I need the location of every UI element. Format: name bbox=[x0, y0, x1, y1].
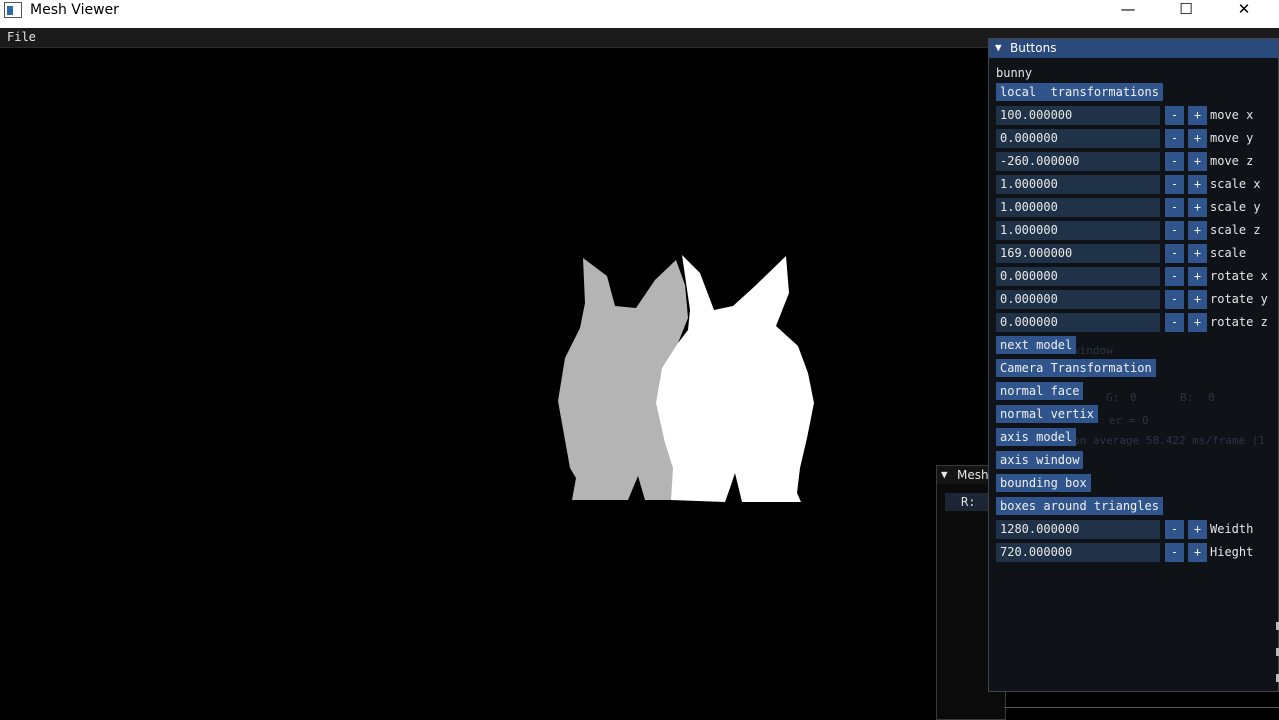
menu-file[interactable]: File bbox=[7, 30, 36, 44]
move-z-label: move z bbox=[1210, 154, 1254, 168]
rotate-x-increment-button[interactable]: + bbox=[1188, 267, 1207, 286]
rotate-x-decrement-button[interactable]: - bbox=[1165, 267, 1184, 286]
move-z-decrement-button[interactable]: - bbox=[1165, 152, 1184, 171]
scale-x-decrement-button[interactable]: - bbox=[1165, 175, 1184, 194]
rotate-x-input[interactable]: 0.000000 bbox=[996, 267, 1160, 286]
axis-window-button[interactable]: axis window bbox=[996, 451, 1084, 469]
scale-decrement-button[interactable]: - bbox=[1165, 244, 1184, 263]
scale-x-increment-button[interactable]: + bbox=[1188, 175, 1207, 194]
rotate-z-increment-button[interactable]: + bbox=[1188, 313, 1207, 332]
title-bar: Mesh Viewer — ☐ ✕ bbox=[0, 0, 1279, 28]
width-label: Weidth bbox=[1210, 522, 1254, 536]
next-model-button[interactable]: next model bbox=[996, 336, 1077, 354]
scale-y-label: scale y bbox=[1210, 200, 1261, 214]
scale-z-input[interactable]: 1.000000 bbox=[996, 221, 1160, 240]
height-input[interactable]: 720.000000 bbox=[996, 543, 1160, 562]
collapse-arrow-icon[interactable]: ▼ bbox=[995, 41, 1002, 54]
move-z-input[interactable]: -260.000000 bbox=[996, 152, 1160, 171]
rotate-y-increment-button[interactable]: + bbox=[1188, 290, 1207, 309]
ghost-text: B: bbox=[1180, 391, 1194, 404]
scale-x-input[interactable]: 1.000000 bbox=[996, 175, 1160, 194]
panel-title: Buttons bbox=[1010, 41, 1057, 55]
collapse-arrow-icon[interactable]: ▼ bbox=[941, 468, 948, 481]
local-transformations-button[interactable]: local transformations bbox=[996, 83, 1163, 101]
minimize-button[interactable]: — bbox=[1105, 0, 1151, 20]
width-decrement-button[interactable]: - bbox=[1165, 520, 1184, 539]
model-name: bunny bbox=[996, 66, 1033, 80]
window-edge-divider bbox=[1004, 707, 1279, 708]
ghost-text: er = 0 bbox=[1109, 414, 1149, 427]
height-increment-button[interactable]: + bbox=[1188, 543, 1207, 562]
move-y-decrement-button[interactable]: - bbox=[1165, 129, 1184, 148]
ghost-text: G: bbox=[1106, 391, 1120, 404]
normal-vertex-button[interactable]: normal vertix bbox=[996, 405, 1098, 423]
width-increment-button[interactable]: + bbox=[1188, 520, 1207, 539]
window-title: Mesh Viewer bbox=[30, 2, 119, 18]
axis-model-button[interactable]: axis model bbox=[996, 428, 1077, 446]
bounding-box-button[interactable]: bounding box bbox=[996, 474, 1091, 492]
rotate-z-input[interactable]: 0.000000 bbox=[996, 313, 1160, 332]
move-x-label: move x bbox=[1210, 108, 1254, 122]
move-x-increment-button[interactable]: + bbox=[1188, 106, 1207, 125]
close-button[interactable]: ✕ bbox=[1221, 0, 1267, 20]
scale-z-decrement-button[interactable]: - bbox=[1165, 221, 1184, 240]
rotate-y-input[interactable]: 0.000000 bbox=[996, 290, 1160, 309]
scale-y-increment-button[interactable]: + bbox=[1188, 198, 1207, 217]
buttons-panel[interactable]: ▼ Buttons window er = 0 on average 58.42… bbox=[988, 38, 1279, 692]
scale-increment-button[interactable]: + bbox=[1188, 244, 1207, 263]
scale-y-decrement-button[interactable]: - bbox=[1165, 198, 1184, 217]
scale-y-input[interactable]: 1.000000 bbox=[996, 198, 1160, 217]
scale-label: scale bbox=[1210, 246, 1247, 260]
scale-x-label: scale x bbox=[1210, 177, 1261, 191]
rotate-y-decrement-button[interactable]: - bbox=[1165, 290, 1184, 309]
width-input[interactable]: 1280.000000 bbox=[996, 520, 1160, 539]
move-y-input[interactable]: 0.000000 bbox=[996, 129, 1160, 148]
normal-face-button[interactable]: normal face bbox=[996, 382, 1084, 400]
move-z-increment-button[interactable]: + bbox=[1188, 152, 1207, 171]
move-x-input[interactable]: 100.000000 bbox=[996, 106, 1160, 125]
app-icon bbox=[4, 2, 22, 18]
scale-z-label: scale z bbox=[1210, 223, 1261, 237]
rotate-z-label: rotate z bbox=[1210, 315, 1268, 329]
rotate-y-label: rotate y bbox=[1210, 292, 1268, 306]
height-label: Hieght bbox=[1210, 545, 1254, 559]
move-x-decrement-button[interactable]: - bbox=[1165, 106, 1184, 125]
ghost-text: on average 58.422 ms/frame (1 bbox=[1073, 434, 1266, 447]
panel-header[interactable]: ▼ Buttons bbox=[989, 39, 1278, 58]
camera-transformation-button[interactable]: Camera Transformation bbox=[996, 359, 1156, 377]
height-decrement-button[interactable]: - bbox=[1165, 543, 1184, 562]
ghost-text: window bbox=[1073, 344, 1113, 357]
rotate-x-label: rotate x bbox=[1210, 269, 1268, 283]
scale-z-increment-button[interactable]: + bbox=[1188, 221, 1207, 240]
boxes-around-triangles-button[interactable]: boxes around triangles bbox=[996, 497, 1163, 515]
move-y-label: move y bbox=[1210, 131, 1254, 145]
maximize-button[interactable]: ☐ bbox=[1163, 0, 1209, 20]
rotate-z-decrement-button[interactable]: - bbox=[1165, 313, 1184, 332]
ghost-text: 0 bbox=[1130, 391, 1137, 404]
ghost-text: 0 bbox=[1208, 391, 1215, 404]
scale-input[interactable]: 169.000000 bbox=[996, 244, 1160, 263]
move-y-increment-button[interactable]: + bbox=[1188, 129, 1207, 148]
